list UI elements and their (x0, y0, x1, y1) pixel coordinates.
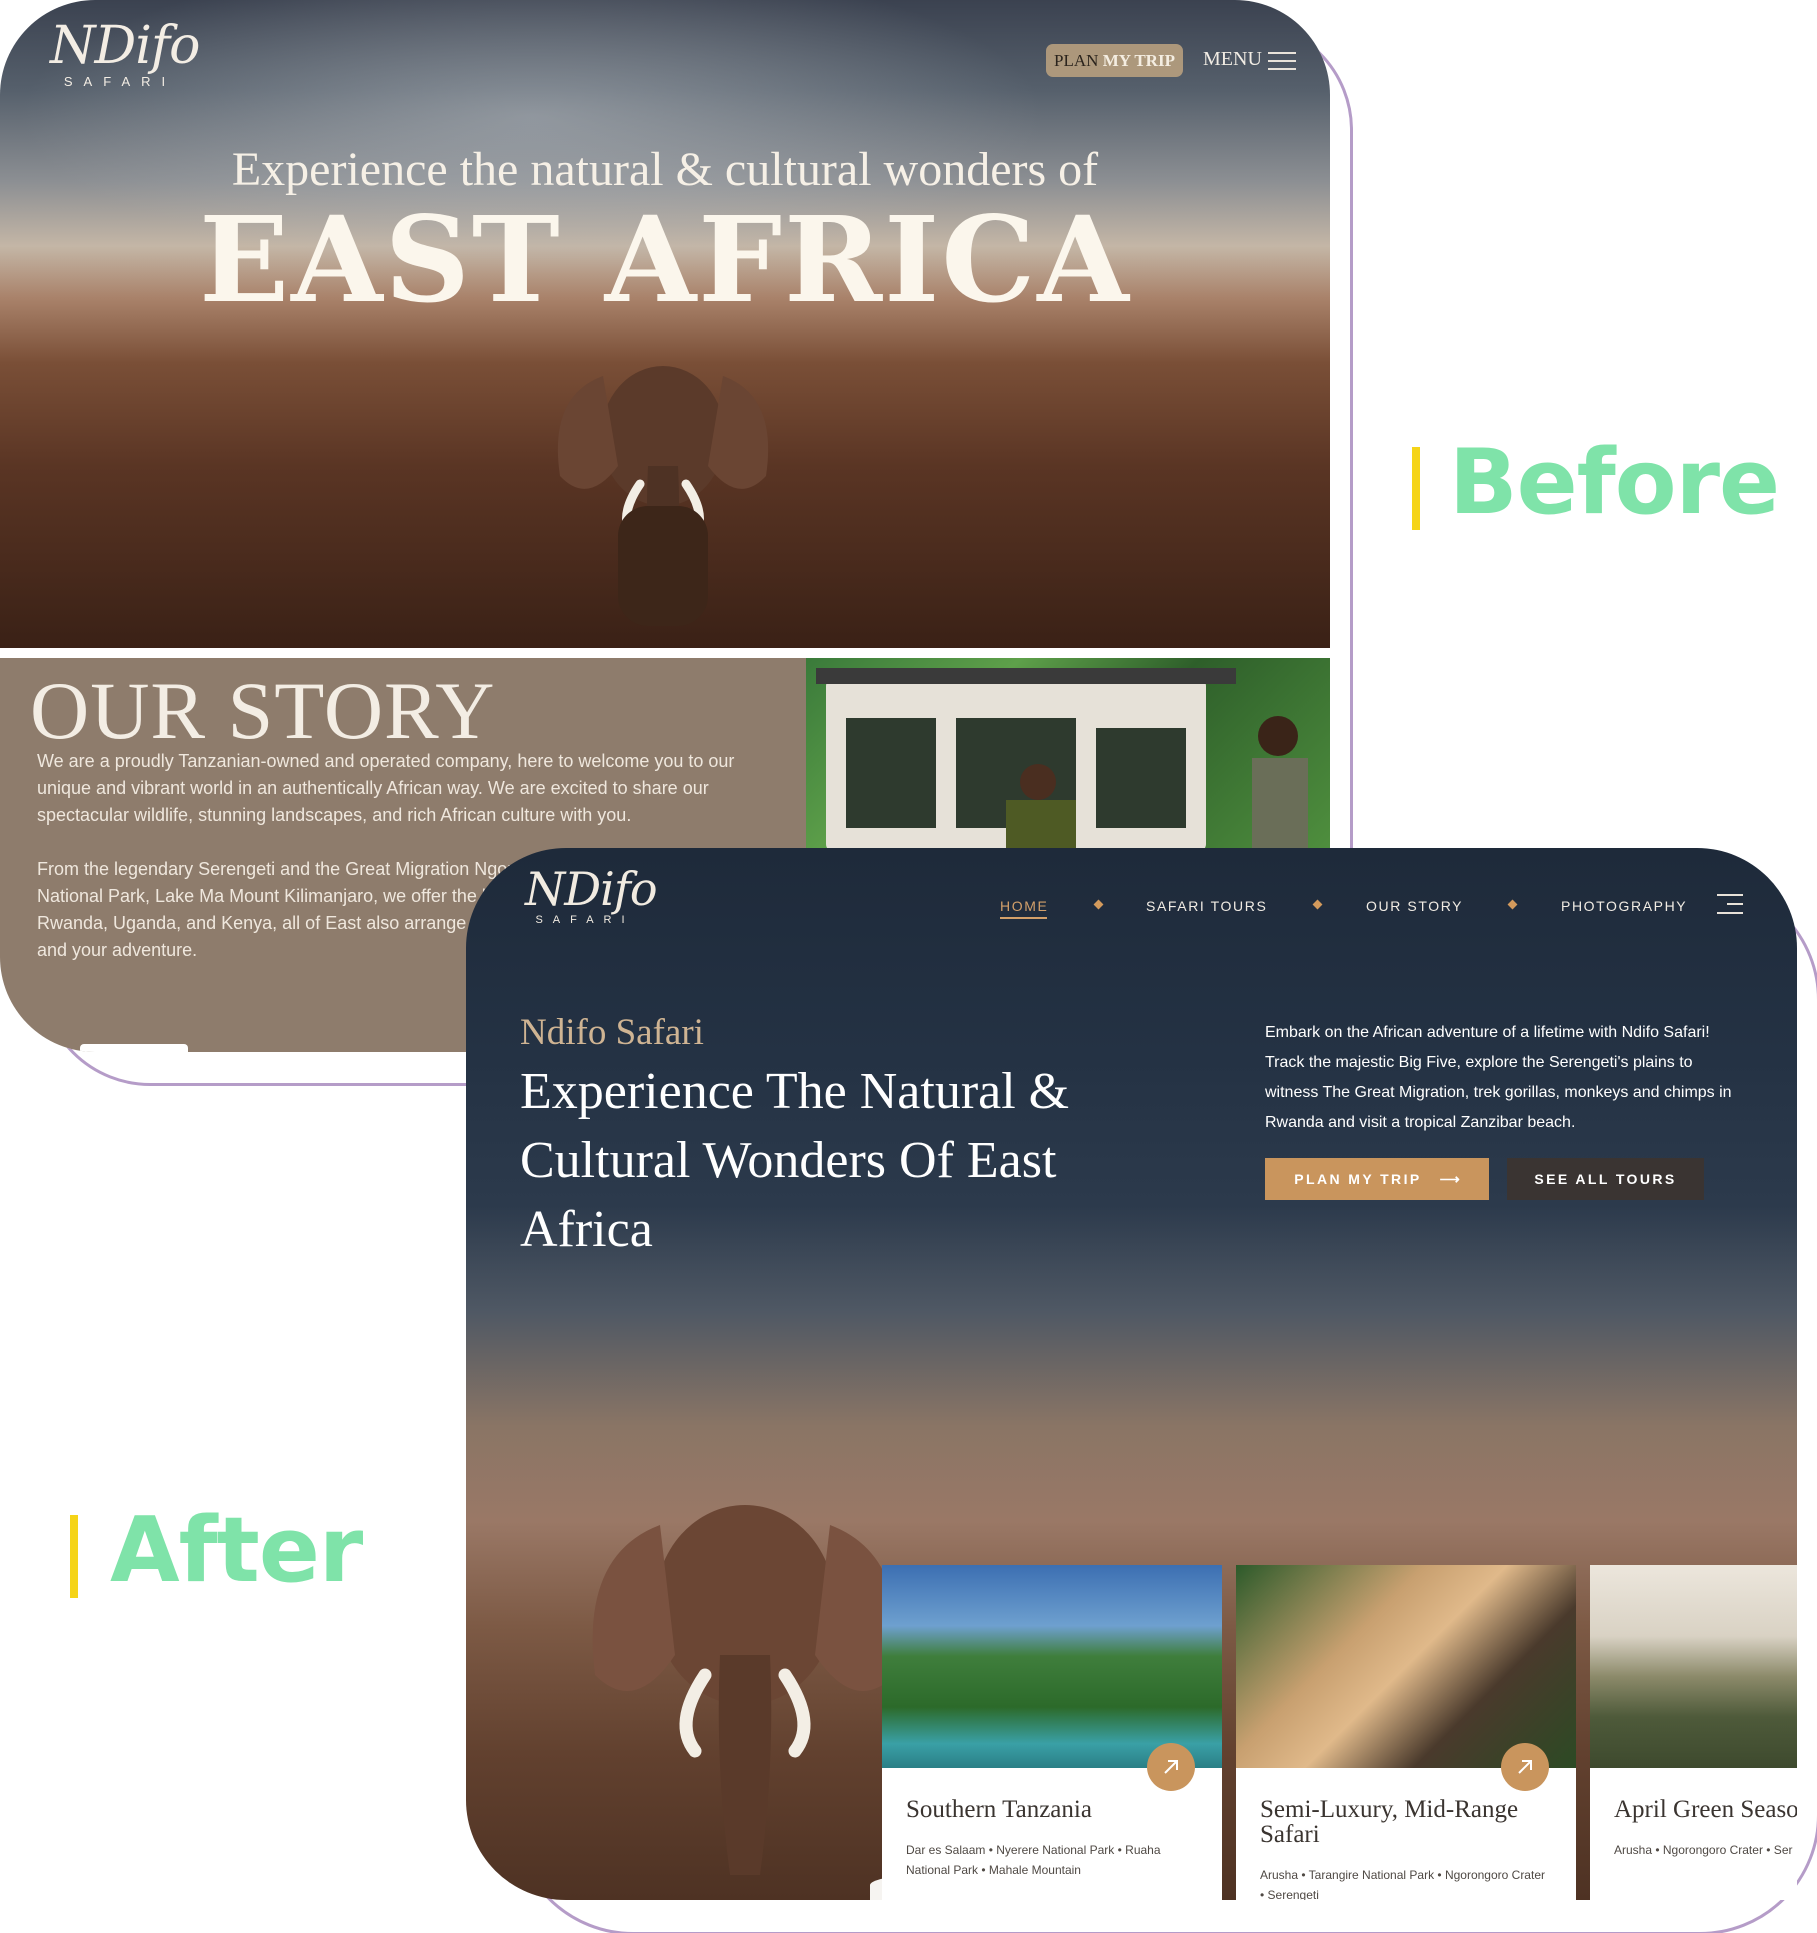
tour-card-destinations: Dar es Salaam • Nyerere National Park • … (906, 1843, 1161, 1877)
after-label-bar (70, 1515, 78, 1598)
see-all-tours-button[interactable]: SEE ALL TOURS (1507, 1158, 1704, 1200)
before-menu-icon[interactable] (1268, 52, 1296, 76)
hamburger-menu-icon[interactable] (1717, 894, 1743, 921)
elephant-icon (592, 1505, 898, 1875)
nav-photography[interactable]: PHOTOGRAPHY (1561, 898, 1687, 914)
before-hero-subtitle: Experience the natural & cultural wonder… (231, 143, 1099, 196)
tour-card[interactable]: Southern Tanzania Dar es Salaam • Nyerer… (882, 1565, 1222, 1900)
tour-card[interactable]: April Green Seaso Arusha • Ngorongoro Cr… (1590, 1565, 1797, 1900)
tour-card-image (1236, 1565, 1576, 1768)
plan-my-trip-button[interactable]: PLAN MY TRIP ⟶ (1265, 1158, 1489, 1200)
nav-our-story[interactable]: OUR STORY (1366, 898, 1463, 914)
before-label-bar (1412, 447, 1420, 530)
safari-vehicle-icon (816, 668, 1308, 852)
story-button-stub[interactable] (80, 1044, 188, 1052)
my-trip-word: MY TRIP (1102, 51, 1175, 70)
tour-card[interactable]: Semi-Luxury, Mid-Range Safari Arusha • T… (1236, 1565, 1576, 1900)
hero-heading: Experience The Natural & Cultural Wonder… (520, 1063, 1070, 1258)
tour-card-title: Semi-Luxury, Mid-Range Safari (1260, 1796, 1519, 1848)
story-paragraph-1: We are a proudly Tanzanian-owned and ope… (37, 751, 735, 825)
before-hero-title: EAST AFRICA (199, 190, 1131, 329)
nav-home-underline (1000, 917, 1047, 919)
story-title: OUR STORY (30, 665, 496, 756)
logo-mark: NDifo (525, 862, 658, 916)
arrow-up-right-icon[interactable] (1147, 1743, 1195, 1791)
elephant-icon (557, 366, 769, 626)
nav-safari-tours[interactable]: SAFARI TOURS (1146, 898, 1267, 914)
logo-subtitle: SAFARI (535, 914, 635, 926)
arrow-up-right-icon[interactable] (1501, 1743, 1549, 1791)
plan-word: PLAN (1054, 51, 1099, 70)
before-plan-trip-button[interactable]: PLAN MY TRIP (1046, 44, 1183, 77)
after-label: After (110, 1498, 363, 1603)
tour-card-destinations: Arusha • Ngorongoro Crater • Ser (1614, 1843, 1793, 1857)
logo-mark: NDifo (50, 16, 200, 76)
plan-my-trip-label: PLAN MY TRIP (1294, 1171, 1422, 1187)
tour-card-destinations: Arusha • Tarangire National Park • Ngoro… (1260, 1868, 1545, 1900)
tour-card-image (1590, 1565, 1797, 1768)
tour-card-image (882, 1565, 1222, 1768)
hero-description: Embark on the African adventure of a lif… (1265, 1024, 1732, 1131)
before-logo[interactable]: NDifo SAFARI (50, 16, 200, 89)
before-menu-label[interactable]: MENU (1203, 48, 1262, 71)
logo-subtitle: SAFARI (63, 74, 177, 89)
before-label: Before (1449, 430, 1780, 535)
hero-eyebrow: Ndifo Safari (520, 1012, 704, 1053)
tour-card-title: April Green Seaso (1614, 1796, 1797, 1823)
story-guides-photo (806, 658, 1330, 852)
nav-home[interactable]: HOME (1000, 898, 1048, 914)
arrow-right-icon: ⟶ (1439, 1171, 1460, 1187)
after-logo[interactable]: NDifo SAFARI (525, 862, 658, 926)
tour-card-title: Southern Tanzania (906, 1796, 1092, 1823)
